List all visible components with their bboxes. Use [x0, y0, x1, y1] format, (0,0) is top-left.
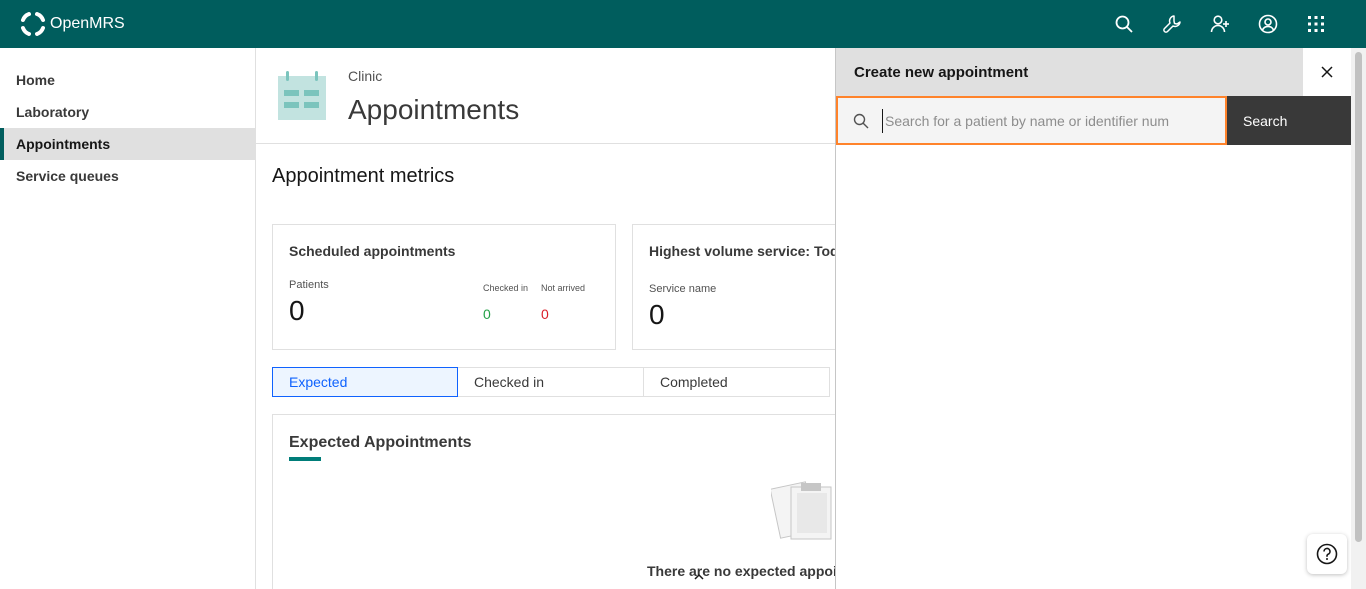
panel-title: Create new appointment: [854, 64, 1029, 81]
empty-clipboard-illustration-icon: [771, 481, 832, 540]
card-title: Scheduled appointments: [289, 243, 456, 259]
sidebar-item-appointments[interactable]: Appointments: [0, 128, 255, 160]
tab-label: Completed: [660, 374, 728, 390]
appointment-status-tabs: Expected Checked in Completed: [272, 367, 830, 397]
checked-in-label: Checked in: [483, 283, 529, 293]
top-navigation-bar: OpenMRS: [0, 0, 1366, 48]
tab-label: Checked in: [474, 374, 545, 390]
help-button[interactable]: [1307, 534, 1347, 574]
sidebar-item-laboratory[interactable]: Laboratory: [0, 96, 255, 128]
patient-search-box[interactable]: [836, 96, 1227, 145]
location-label: Clinic: [348, 68, 383, 84]
sidebar-item-service-queues[interactable]: Service queues: [0, 160, 255, 192]
close-icon: [1321, 66, 1333, 78]
openmrs-logo-icon: [21, 12, 45, 36]
page-scrollbar[interactable]: [1351, 48, 1366, 589]
expected-appointments-panel: Expected Appointments There are no expec…: [272, 414, 836, 589]
patients-count: 0: [289, 295, 305, 326]
patient-search-input[interactable]: [882, 109, 1212, 133]
create-appointment-panel: Create new appointment Search: [835, 48, 1352, 589]
page-header: Clinic Appointments: [256, 48, 836, 144]
expected-appointments-title: Expected Appointments: [289, 434, 472, 451]
sidebar-item-home[interactable]: Home: [0, 64, 255, 96]
patients-label: Patients: [289, 279, 329, 291]
service-name-label: Service name: [649, 283, 717, 295]
scrollbar-thumb[interactable]: [1355, 52, 1362, 542]
not-arrived-count: 0: [541, 306, 549, 322]
search-button[interactable]: [1100, 0, 1148, 48]
add-user-icon: [1210, 15, 1229, 33]
user-avatar-icon: [1258, 14, 1278, 34]
patient-search-row: Search: [836, 96, 1352, 145]
app-switcher-button[interactable]: [1292, 0, 1340, 48]
left-nav: Home Laboratory Appointments Service que…: [0, 48, 256, 589]
calendar-illustration-icon: [278, 71, 326, 120]
tab-checked-in[interactable]: Checked in: [458, 367, 644, 397]
chevron-up-icon[interactable]: [693, 571, 705, 583]
app-switcher-icon: [1308, 16, 1324, 32]
tab-expected[interactable]: Expected: [272, 367, 458, 397]
checked-in-count: 0: [483, 306, 491, 322]
system-admin-button[interactable]: [1148, 0, 1196, 48]
sidebar-item-label: Service queues: [16, 168, 119, 184]
search-button[interactable]: Search: [1227, 96, 1352, 145]
empty-state-text: There are no expected appoi: [647, 563, 836, 579]
card-title: Highest volume service: Tod: [649, 243, 836, 259]
tab-label: Expected: [289, 374, 348, 390]
tab-completed[interactable]: Completed: [644, 367, 830, 397]
add-patient-button[interactable]: [1196, 0, 1244, 48]
service-count: 0: [649, 299, 665, 330]
brand-name: OpenMRS: [50, 15, 125, 32]
title-underline: [289, 457, 321, 461]
openmrs-logo[interactable]: OpenMRS: [20, 11, 125, 37]
scheduled-appointments-card: Scheduled appointments Patients 0 Checke…: [272, 224, 616, 350]
highest-volume-service-card: Highest volume service: Tod Service name…: [632, 224, 836, 350]
metrics-heading: Appointment metrics: [272, 165, 455, 187]
sidebar-item-label: Appointments: [16, 136, 111, 152]
search-icon: [853, 113, 869, 129]
page-title: Appointments: [348, 94, 520, 125]
sidebar-item-label: Home: [16, 72, 55, 88]
wrench-icon: [1163, 15, 1181, 33]
panel-header: Create new appointment: [836, 48, 1351, 96]
help-icon: [1316, 543, 1338, 565]
user-menu-button[interactable]: [1244, 0, 1292, 48]
search-icon: [1115, 15, 1133, 33]
sidebar-item-label: Laboratory: [16, 104, 90, 120]
not-arrived-label: Not arrived: [541, 283, 586, 293]
close-panel-button[interactable]: [1303, 48, 1351, 96]
main-content: Clinic Appointments Appointment metrics …: [256, 48, 836, 589]
